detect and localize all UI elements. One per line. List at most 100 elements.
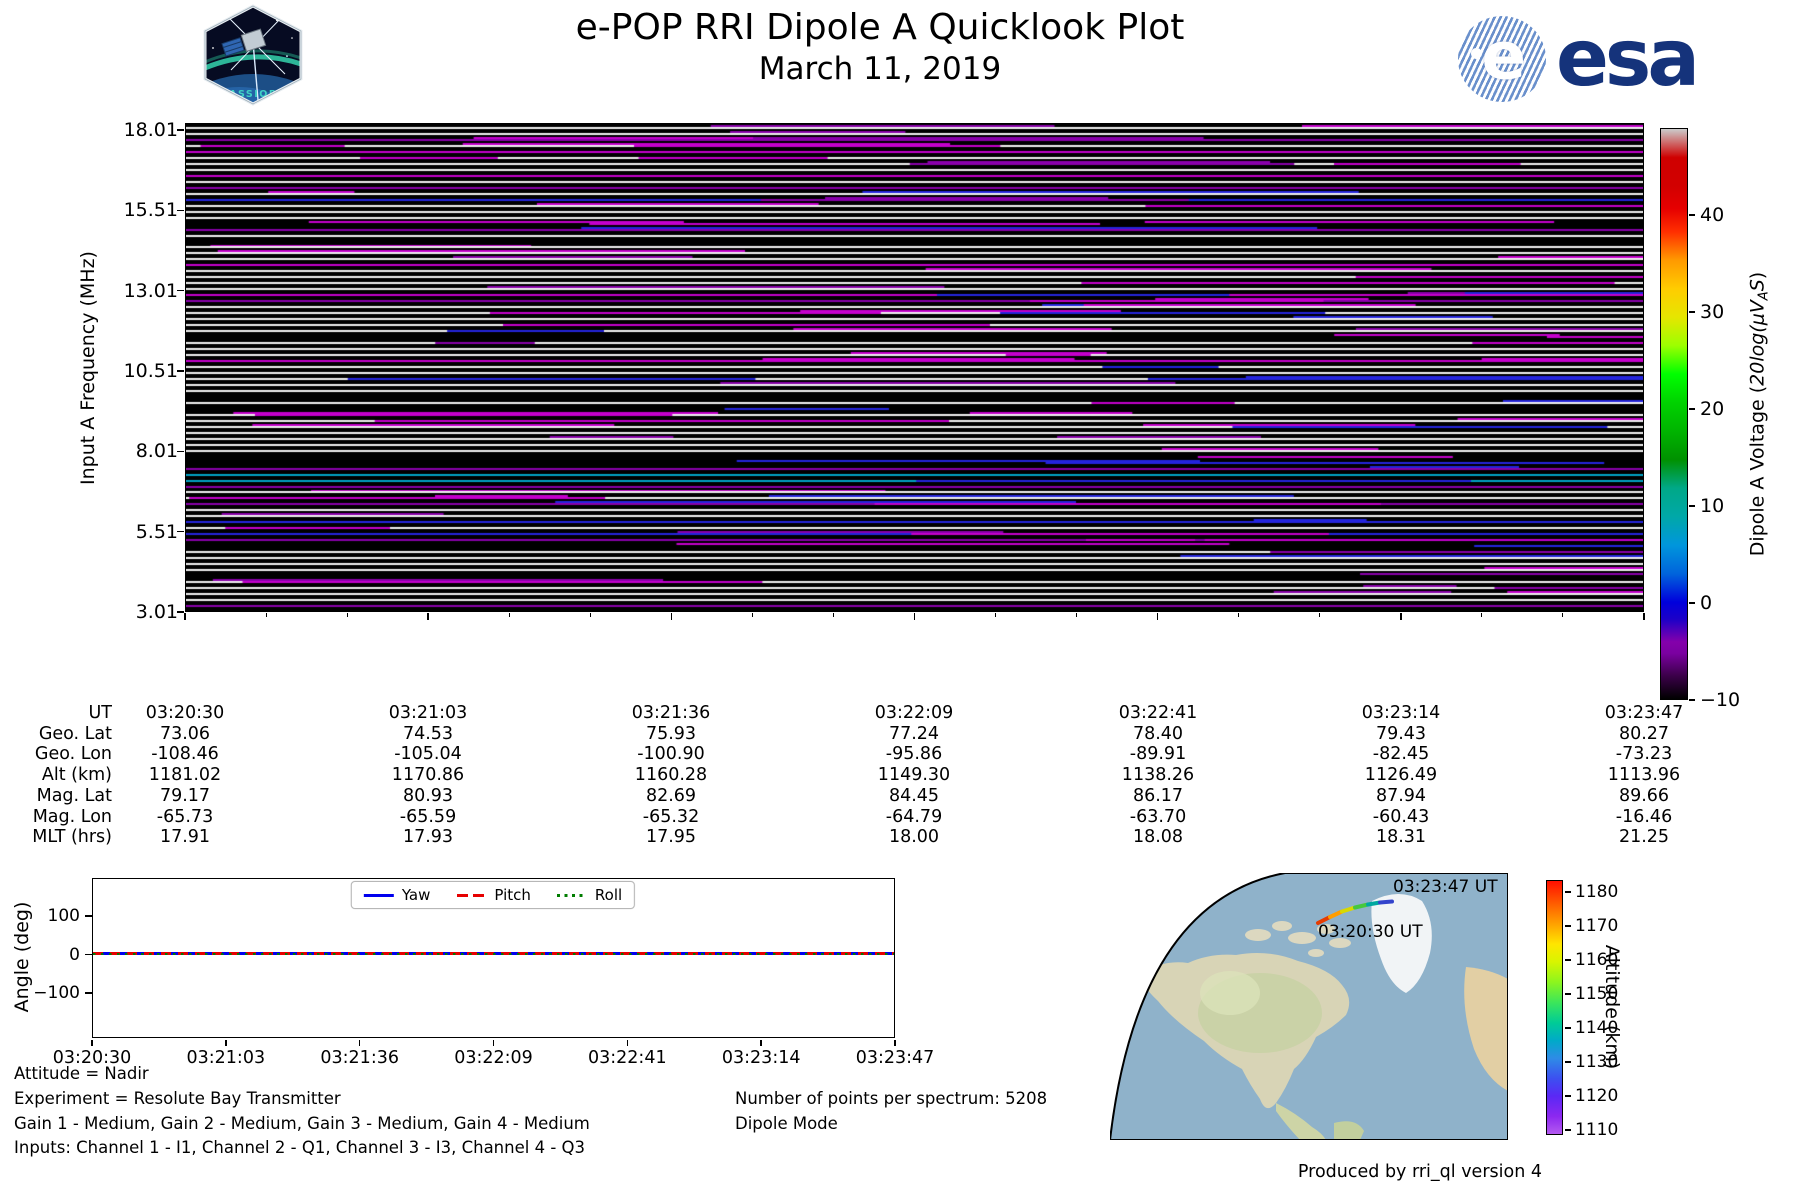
tick-mark (1689, 408, 1695, 410)
eph-cell: 1126.49 (1364, 765, 1438, 786)
voltage-colorbar-label: Dipole A Voltage (20log(μVAS) (1747, 272, 1772, 556)
ephemeris-row-label: Geo. Lon (34, 744, 112, 765)
altitude-colorbar-tick: 1120 (1575, 1086, 1619, 1106)
experiment-note: Experiment = Resolute Bay Transmitter (14, 1089, 341, 1108)
eph-cell: -65.73 (156, 806, 214, 827)
ephemeris-row-label: Mag. Lon (32, 806, 112, 827)
angle-xtick: 03:23:14 (721, 1048, 801, 1068)
spectrogram-ytick: 3.01 (135, 601, 178, 623)
tick-mark (1564, 1061, 1571, 1063)
eph-cell: 87.94 (1375, 785, 1427, 806)
angle-ytick: 0 (69, 944, 80, 965)
tick-mark (670, 613, 673, 620)
tick-mark (626, 1039, 629, 1046)
eph-cell: 79.43 (1375, 723, 1427, 744)
tick-mark (346, 613, 348, 617)
esa-globe-icon: e (1458, 16, 1546, 102)
eph-cell: 03:22:09 (874, 703, 954, 723)
legend-label: Roll (594, 886, 623, 904)
eph-cell: -64.79 (885, 806, 943, 827)
tick-mark (177, 530, 184, 533)
ephemeris-column: 03:22:41 78.40 -89.91 1138.26 86.17 -63.70 18.… (1119, 703, 1198, 848)
esa-logo: e esa (1458, 14, 1700, 104)
tick-mark (1564, 1095, 1571, 1097)
altitude-colorbar (1546, 880, 1563, 1135)
eph-cell: 77.24 (888, 723, 940, 744)
tick-mark (1643, 613, 1645, 620)
mode-note: Dipole Mode (735, 1113, 838, 1133)
eph-cell: 03:23:14 (1361, 703, 1441, 723)
eph-cell: 86.17 (1132, 785, 1184, 806)
tick-mark (894, 1039, 896, 1046)
legend-item-roll: Roll (556, 886, 623, 904)
track-start-label: 03:20:30 UT (1318, 922, 1423, 942)
eph-cell: 03:22:41 (1118, 703, 1198, 723)
eph-cell: 03:23:47 (1604, 703, 1684, 723)
spectrogram-ytick: 8.01 (135, 440, 178, 463)
eph-cell: -108.46 (151, 744, 219, 765)
spectrogram-ytick: 15.51 (123, 199, 178, 222)
voltage-colorbar-tick: 20 (1700, 398, 1725, 420)
eph-cell: -60.43 (1372, 806, 1430, 827)
tick-mark (427, 613, 429, 620)
tick-mark (1564, 1027, 1571, 1029)
tick-mark (358, 1039, 361, 1046)
angle-xtick: 03:22:09 (454, 1048, 533, 1068)
yaw-line-swatch (363, 893, 394, 897)
roll-line-swatch (556, 893, 587, 897)
tick-mark (1076, 613, 1078, 617)
eph-cell: 17.91 (159, 827, 211, 848)
voltage-colorbar-tick: −10 (1700, 689, 1741, 711)
eph-cell: 03:21:36 (631, 703, 711, 723)
tick-mark (1564, 993, 1571, 995)
eph-cell: 1113.96 (1607, 765, 1681, 786)
legend-label: Yaw (401, 886, 431, 904)
eph-cell: -82.45 (1372, 744, 1430, 765)
voltage-label-close: ) (1746, 271, 1769, 280)
voltage-label-math: 20log(μV (1746, 300, 1769, 386)
spectrogram-ytick: 5.51 (135, 520, 178, 543)
quicklook-figure: CASSIOPE e-POP RRI Dipole A Quicklook Pl… (0, 0, 1800, 1200)
eph-cell: 18.31 (1375, 827, 1427, 848)
esa-wordmark: esa (1556, 14, 1700, 104)
eph-cell: -16.46 (1615, 806, 1673, 827)
eph-cell: 1170.86 (391, 765, 465, 786)
tick-mark (832, 613, 834, 617)
cassiope-mission-logo: CASSIOPE (203, 4, 303, 106)
page-date: March 11, 2019 (758, 51, 1002, 87)
ephemeris-column: 03:21:03 74.53 -105.04 1170.86 80.93 -65.59 17… (389, 703, 468, 848)
tick-mark (1689, 311, 1695, 313)
eph-cell: 03:21:03 (388, 703, 468, 723)
points-note: Number of points per spectrum: 5208 (735, 1089, 1048, 1108)
ephemeris-row-label: Alt (km) (41, 765, 112, 786)
tick-mark (492, 1039, 495, 1046)
track-end-label: 03:23:47 UT (1393, 877, 1498, 897)
tick-mark (760, 1039, 762, 1046)
eph-cell: 1181.02 (148, 765, 222, 786)
tick-mark (1400, 613, 1402, 620)
tick-mark (84, 915, 92, 917)
eph-cell: -65.59 (399, 806, 457, 827)
eph-cell: -63.70 (1129, 806, 1187, 827)
altitude-colorbar-tick: 1170 (1575, 916, 1619, 936)
tick-mark (995, 613, 997, 617)
eph-cell: 80.27 (1618, 723, 1670, 744)
tick-mark (84, 953, 92, 956)
voltage-colorbar (1660, 128, 1688, 700)
angle-xtick: 03:21:03 (186, 1048, 266, 1068)
eph-cell: -95.86 (885, 744, 943, 765)
ground-track-map: 03:23:47 UT 03:20:30 UT (1110, 873, 1508, 1140)
tick-mark (1481, 613, 1483, 617)
tick-mark (177, 370, 184, 372)
produced-by-note: Produced by rri_ql version 4 (1297, 1162, 1542, 1182)
ephemeris-row-label: MLT (hrs) (32, 827, 112, 848)
tick-mark (1564, 891, 1571, 893)
voltage-colorbar-tick: 40 (1700, 204, 1725, 226)
ephemeris-row-label: Mag. Lat (36, 785, 112, 806)
attitude-note: Attitude = Nadir (14, 1064, 149, 1083)
eph-cell: 79.17 (159, 785, 211, 806)
eph-cell: 03:20:30 (145, 703, 225, 723)
inputs-note: Inputs: Channel 1 - I1, Channel 2 - Q1, … (14, 1138, 585, 1157)
legend-item-pitch: Pitch (456, 886, 531, 904)
tick-mark (1689, 699, 1695, 701)
